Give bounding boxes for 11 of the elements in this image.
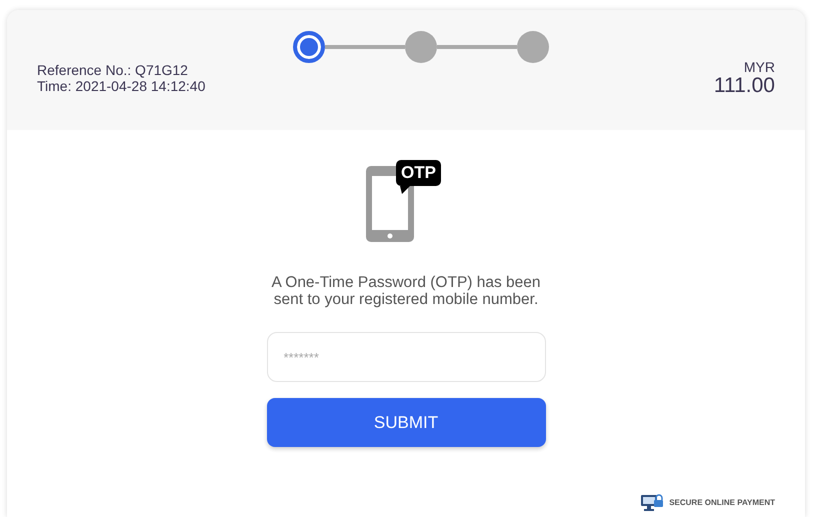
otp-message: A One-Time Password (OTP) has been sent to your registered mobile number.: [270, 274, 542, 308]
secure-computer-icon: [641, 493, 664, 511]
submit-button[interactable]: SUBMIT: [266, 398, 546, 447]
otp-input-field[interactable]: *******: [266, 332, 546, 382]
transaction-time: Time: 2021-04-28 14:12:40: [37, 78, 206, 94]
otp-badge: OTP: [396, 160, 441, 186]
secure-payment-label: SECURE ONLINE PAYMENT: [669, 498, 775, 506]
currency: MYR: [744, 58, 775, 74]
amount: 111.00: [714, 74, 775, 96]
bubble-tail: [400, 186, 410, 194]
reference-number: Reference No.: Q71G12: [37, 62, 189, 78]
